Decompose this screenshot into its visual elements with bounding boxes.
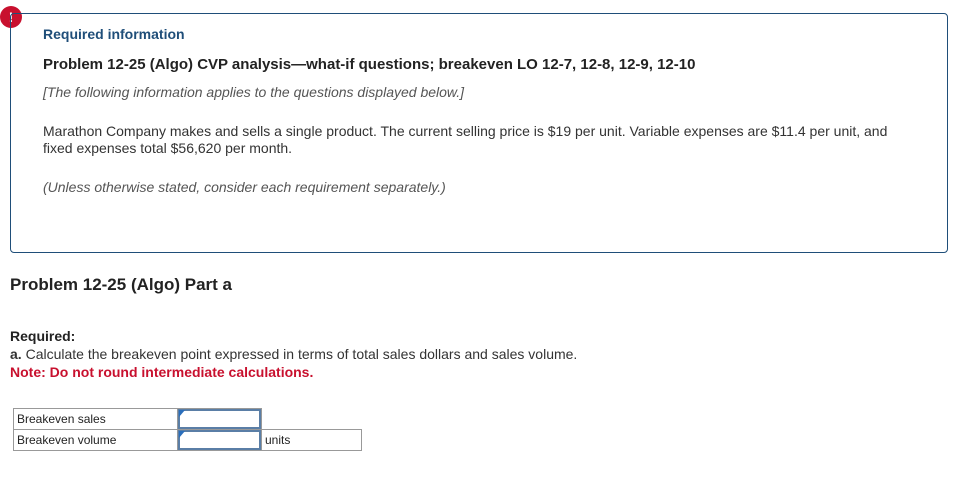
requirement-text: Calculate the breakeven point expressed … [21,346,578,362]
requirement-letter: a. [10,346,22,362]
answer-table: Breakeven sales Breakeven volume units [13,408,362,451]
separately-note: (Unless otherwise stated, consider each … [43,179,446,195]
breakeven-volume-label: Breakeven volume [13,429,178,451]
breakeven-volume-cell [177,429,262,451]
problem-description: Marathon Company makes and sells a singl… [43,123,888,156]
breakeven-sales-label: Breakeven sales [13,408,178,430]
required-information-heading: Required information [43,26,185,42]
applies-note: [The following information applies to th… [43,84,465,100]
problem-title: Problem 12-25 (Algo) CVP analysis—what-i… [43,56,696,73]
breakeven-sales-input[interactable] [178,409,261,429]
requirement-a: a. Calculate the breakeven point express… [10,346,577,362]
rounding-note: Note: Do not round intermediate calculat… [10,364,314,380]
units-label: units [261,429,362,451]
part-heading: Problem 12-25 (Algo) Part a [10,275,233,294]
breakeven-volume-input[interactable] [178,430,261,450]
breakeven-sales-cell [177,408,262,430]
table-row: Breakeven sales [13,408,362,430]
required-label: Required: [10,328,76,344]
table-row: Breakeven volume units [13,429,362,451]
